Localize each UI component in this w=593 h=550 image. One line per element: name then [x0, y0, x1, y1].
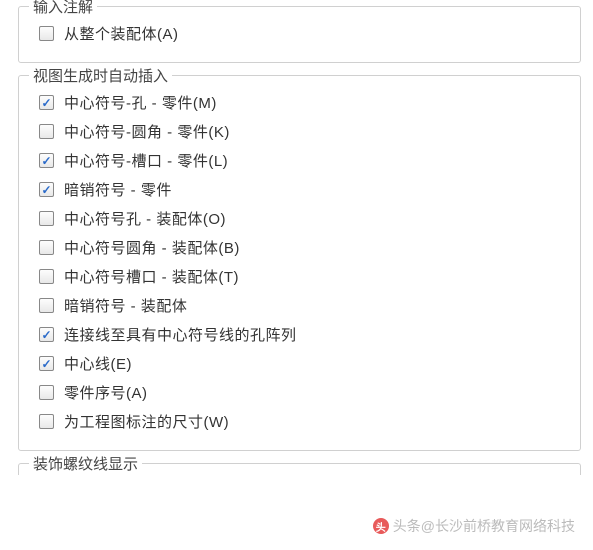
checkbox-row[interactable]: 从整个装配体(A) [33, 23, 566, 44]
watermark: 头 头条@长沙前桥教育网络科技 [373, 516, 575, 536]
checkbox-label: 零件序号(A) [64, 382, 148, 403]
checkbox-row[interactable]: 暗销符号 - 装配体 [33, 295, 566, 316]
checkbox-row[interactable]: 中心符号槽口 - 装配体(T) [33, 266, 566, 287]
group-title: 装饰螺纹线显示 [29, 453, 142, 474]
checkbox-label: 中心符号圆角 - 装配体(B) [64, 237, 240, 258]
checkbox-row[interactable]: 零件序号(A) [33, 382, 566, 403]
checkbox-row[interactable]: 中心符号-圆角 - 零件(K) [33, 121, 566, 142]
checkbox-label: 中心符号-圆角 - 零件(K) [64, 121, 230, 142]
checkbox-row[interactable]: 中心符号-孔 - 零件(M) [33, 92, 566, 113]
group-input-annotations: 输入注解 从整个装配体(A) [18, 6, 581, 63]
checkbox-row[interactable]: 中心符号圆角 - 装配体(B) [33, 237, 566, 258]
checkbox-row[interactable]: 中心符号-槽口 - 零件(L) [33, 150, 566, 171]
checkbox-label: 中心符号-槽口 - 零件(L) [64, 150, 228, 171]
checkbox-label: 中心符号-孔 - 零件(M) [64, 92, 217, 113]
checkbox-row[interactable]: 连接线至具有中心符号线的孔阵列 [33, 324, 566, 345]
watermark-icon: 头 [373, 518, 389, 534]
checkbox[interactable] [39, 26, 54, 41]
checkbox-label: 暗销符号 - 零件 [64, 179, 172, 200]
checkbox[interactable] [39, 356, 54, 371]
checkbox-row[interactable]: 中心符号孔 - 装配体(O) [33, 208, 566, 229]
checkbox[interactable] [39, 124, 54, 139]
checkbox-label: 为工程图标注的尺寸(W) [64, 411, 229, 432]
checkbox[interactable] [39, 327, 54, 342]
checkbox-row[interactable]: 暗销符号 - 零件 [33, 179, 566, 200]
checkbox-label: 从整个装配体(A) [64, 23, 179, 44]
checkbox-label: 暗销符号 - 装配体 [64, 295, 187, 316]
checkbox[interactable] [39, 240, 54, 255]
checkbox-label: 中心线(E) [64, 353, 132, 374]
checkbox[interactable] [39, 298, 54, 313]
checkbox[interactable] [39, 269, 54, 284]
checkbox[interactable] [39, 153, 54, 168]
watermark-text: 头条@长沙前桥教育网络科技 [393, 516, 575, 536]
group-auto-insert: 视图生成时自动插入 中心符号-孔 - 零件(M) 中心符号-圆角 - 零件(K)… [18, 75, 581, 451]
checkbox[interactable] [39, 182, 54, 197]
checkbox-label: 连接线至具有中心符号线的孔阵列 [64, 324, 297, 345]
checkbox[interactable] [39, 211, 54, 226]
group-title: 视图生成时自动插入 [29, 65, 172, 86]
group-truncated: 装饰螺纹线显示 [18, 463, 581, 475]
checkbox[interactable] [39, 414, 54, 429]
checkbox-row[interactable]: 中心线(E) [33, 353, 566, 374]
checkbox[interactable] [39, 385, 54, 400]
checkbox-row[interactable]: 为工程图标注的尺寸(W) [33, 411, 566, 432]
group-title: 输入注解 [29, 0, 97, 17]
checkbox-label: 中心符号槽口 - 装配体(T) [64, 266, 239, 287]
checkbox-label: 中心符号孔 - 装配体(O) [64, 208, 226, 229]
checkbox[interactable] [39, 95, 54, 110]
